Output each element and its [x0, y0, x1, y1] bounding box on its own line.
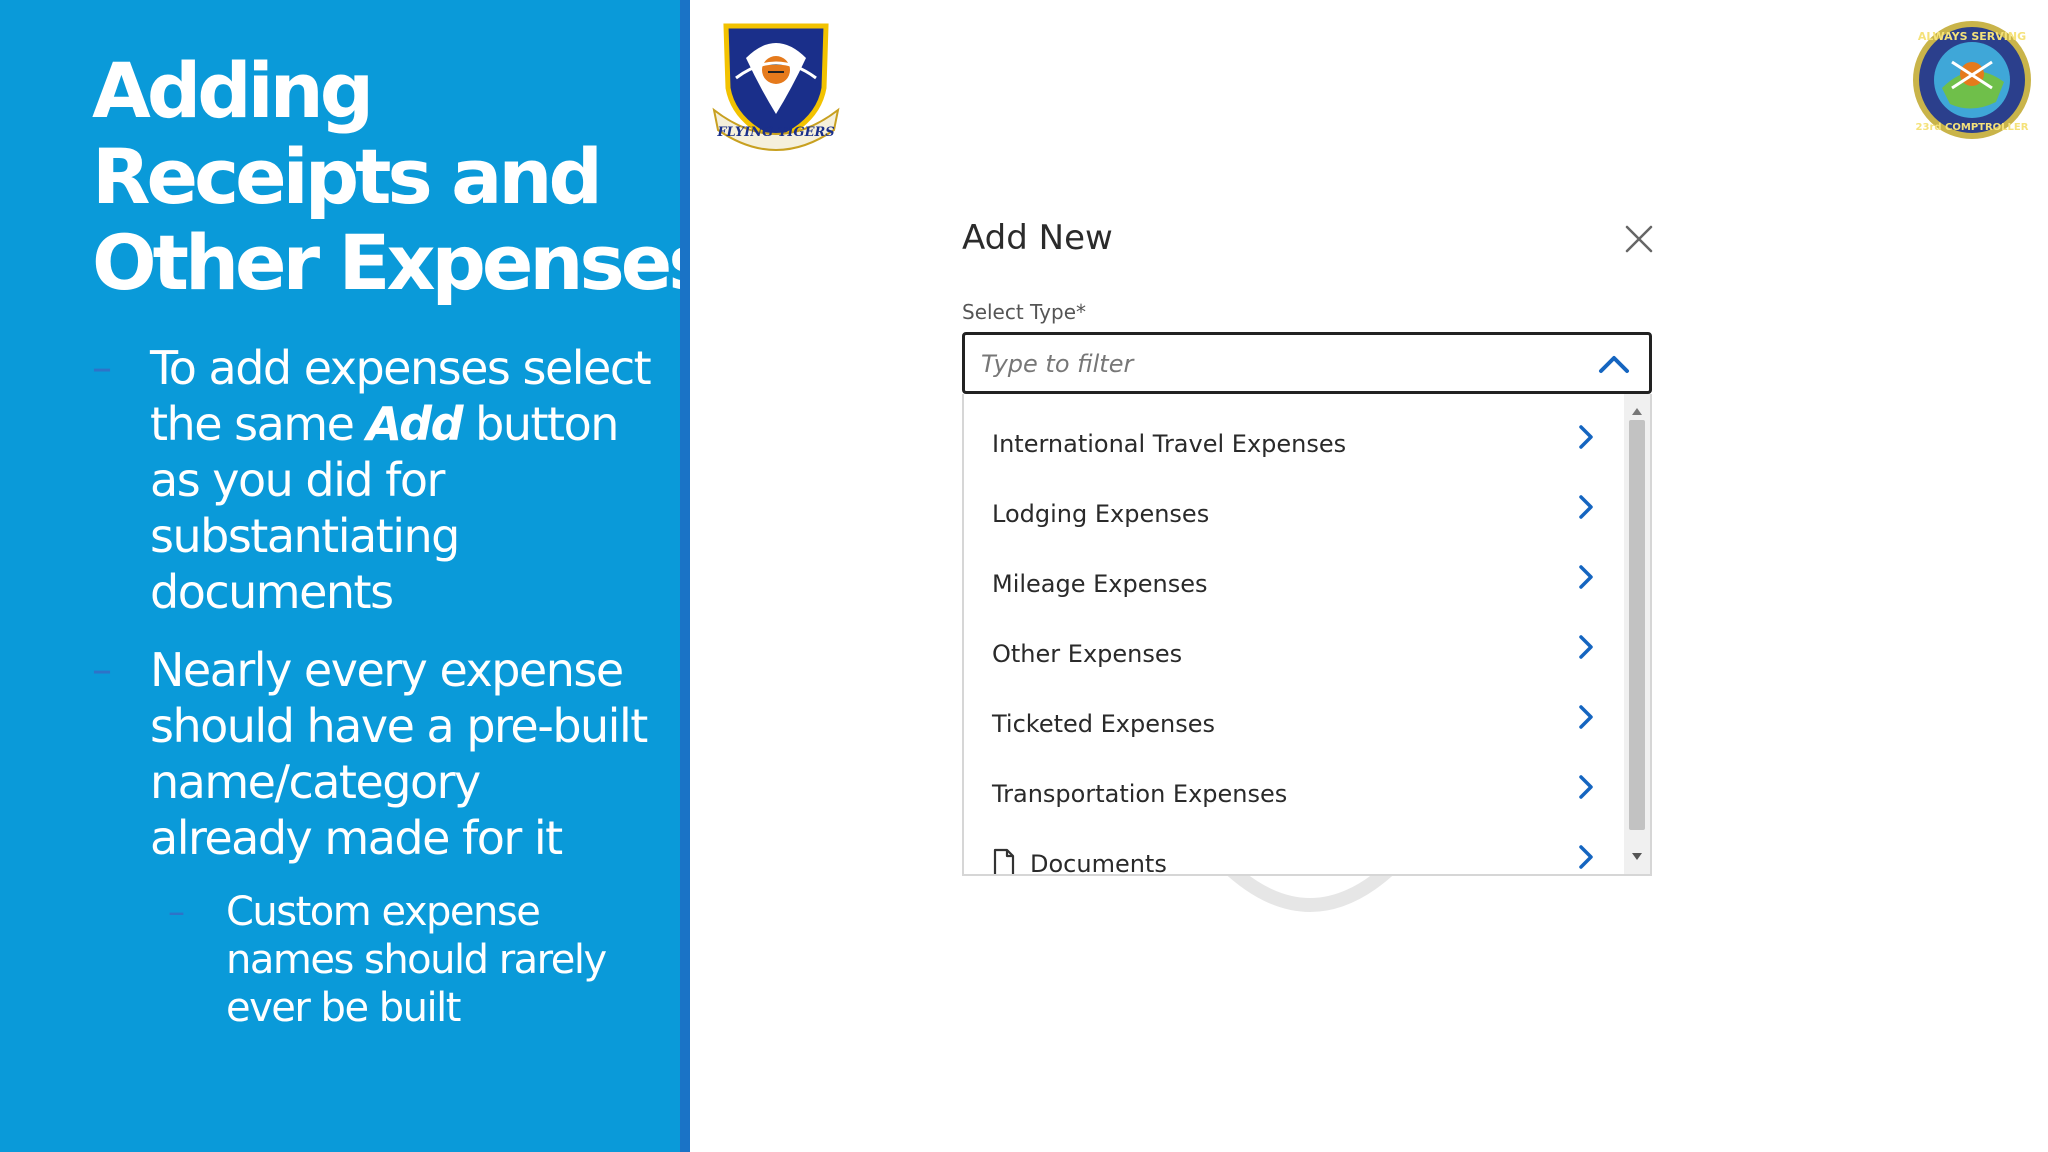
chevron-right-icon [1579, 635, 1593, 659]
close-button[interactable] [1622, 222, 1656, 256]
option-label: Documents [1030, 850, 1167, 876]
bullet-marker: – [92, 647, 112, 693]
option-ticketed-expenses[interactable]: Ticketed Expenses [964, 686, 1624, 756]
logo-text: ALWAYS SERVING [1918, 30, 2026, 43]
bullet-text: Nearly every expense should have a pre-b… [150, 643, 648, 865]
option-label: International Travel Expenses [992, 430, 1347, 458]
option-label: Lodging Expenses [992, 500, 1210, 528]
chevron-right-icon [1579, 495, 1593, 519]
scroll-down-arrow-icon[interactable] [1631, 852, 1643, 862]
chevron-up-icon[interactable] [1597, 351, 1631, 375]
slide-title-line: Other Expenses [92, 218, 714, 307]
chevron-right-icon [1579, 565, 1593, 589]
close-icon [1625, 225, 1653, 253]
chevron-right-icon [1579, 425, 1593, 449]
bullet-text: To add expenses select the same Add butt… [150, 340, 652, 620]
chevron-right-icon [1579, 775, 1593, 799]
type-to-filter-input[interactable] [979, 341, 1583, 387]
option-label: Mileage Expenses [992, 570, 1208, 598]
dialog-title: Add New [962, 218, 1113, 258]
sub-bullet-item: – Custom expense names should rarely eve… [168, 888, 652, 1032]
option-label: Ticketed Expenses [992, 710, 1215, 738]
slide-left-panel: Adding Receipts and Other Expenses – To … [0, 0, 714, 1152]
select-type-label: Select Type* [962, 300, 1086, 324]
slide-bullets: – To add expenses select the same Add bu… [92, 340, 652, 1032]
logo-text: 23rd COMPTROLLER [1916, 122, 2029, 133]
flying-tigers-shield-icon: FLYING TIGERS [706, 18, 846, 154]
panel-edge-stripe [680, 0, 690, 1152]
option-other-expenses[interactable]: Other Expenses [964, 616, 1624, 686]
chevron-right-icon [1579, 705, 1593, 729]
option-lodging-expenses[interactable]: Lodging Expenses [964, 476, 1624, 546]
option-international-travel-expenses[interactable]: International Travel Expenses [964, 406, 1624, 476]
sub-bullet-text: Custom expense names should rarely ever … [226, 889, 607, 1031]
chevron-right-icon [1579, 845, 1593, 869]
slide-title-line: Receipts and [92, 132, 603, 221]
logo-text: FLYING TIGERS [716, 125, 834, 140]
option-label: Transportation Expenses [992, 780, 1288, 808]
select-type-combobox[interactable] [962, 332, 1652, 394]
option-label: Other Expenses [992, 640, 1183, 668]
bullet-item: – Nearly every expense should have a pre… [92, 642, 652, 866]
comptroller-patch-icon: ALWAYS SERVING 23rd COMPTROLLER [1912, 18, 2032, 142]
type-dropdown-list: International Travel Expenses Lodging Ex… [962, 394, 1652, 876]
slide-title: Adding Receipts and Other Expenses [92, 46, 714, 307]
bullet-marker: – [168, 892, 185, 932]
slide-title-line: Adding [92, 46, 374, 135]
scroll-thumb[interactable] [1629, 420, 1645, 830]
option-transportation-expenses[interactable]: Transportation Expenses [964, 756, 1624, 826]
bullet-emphasis: Add [366, 397, 464, 451]
option-documents[interactable]: Documents [964, 826, 1624, 876]
document-icon [993, 848, 1015, 874]
dropdown-scrollbar[interactable] [1624, 394, 1650, 874]
option-mileage-expenses[interactable]: Mileage Expenses [964, 546, 1624, 616]
bullet-marker: – [92, 345, 112, 391]
type-options: International Travel Expenses Lodging Ex… [964, 394, 1624, 876]
scroll-up-arrow-icon[interactable] [1631, 406, 1643, 416]
bullet-item: – To add expenses select the same Add bu… [92, 340, 652, 620]
